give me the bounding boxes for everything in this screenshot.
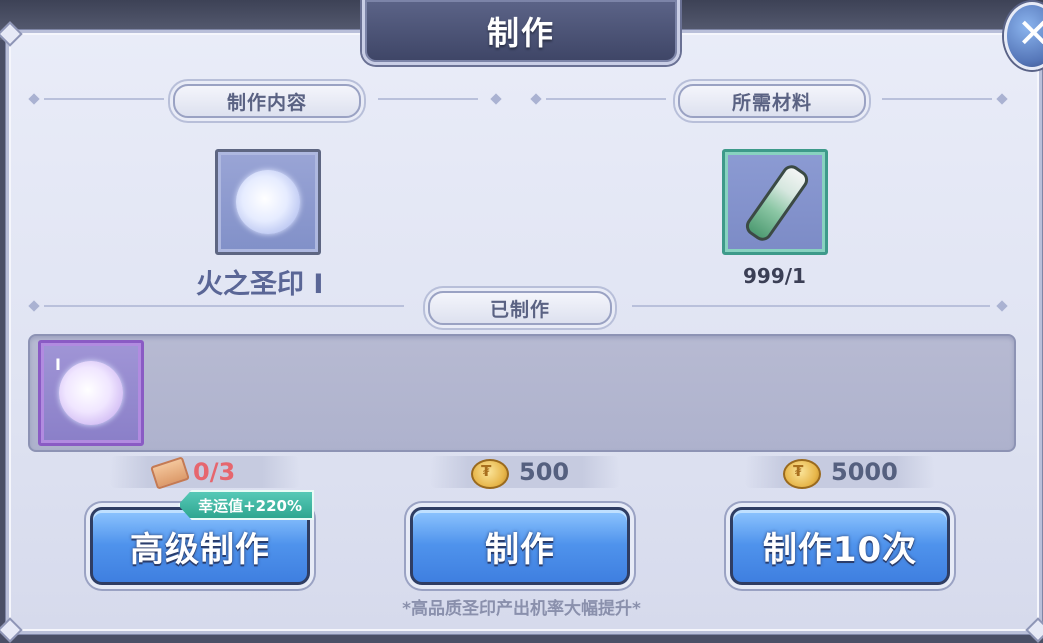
panel-corner-ornament <box>0 617 23 643</box>
tier-label: Ⅰ <box>55 355 61 374</box>
gold-coin-icon: ₮ <box>783 459 821 489</box>
footnote: *高品质圣印产出机率大幅提升* <box>402 599 641 619</box>
title-banner: 制作 <box>362 0 680 65</box>
crafted-items-tray: Ⅰ <box>28 334 1016 452</box>
cost-ten: 5000 <box>831 458 898 486</box>
divider-line <box>882 98 992 100</box>
holy-seal-orb-icon <box>59 361 123 425</box>
cost-single: 500 <box>519 458 570 486</box>
page-title: 制作 <box>486 14 555 52</box>
divider-line <box>546 98 666 100</box>
divider-line <box>44 98 164 100</box>
craft-ten-button[interactable]: 制作10次 <box>730 507 950 585</box>
material-count: 999/1 <box>743 264 806 288</box>
gold-coin-icon: ₮ <box>471 459 509 489</box>
divider-line <box>44 305 404 307</box>
cost-advanced: 0/3 <box>193 458 236 486</box>
craft-button[interactable]: 制作 <box>410 507 630 585</box>
section-header-crafted: 已制作 <box>428 291 612 325</box>
craft-item-slot[interactable] <box>215 149 321 255</box>
close-icon: ✕ <box>1017 11 1043 57</box>
potion-vial-icon <box>742 161 812 245</box>
craft-item-name: 火之圣印 Ⅰ <box>196 269 324 300</box>
section-header-materials: 所需材料 <box>678 84 866 118</box>
crafted-item-slot[interactable]: Ⅰ <box>38 340 144 446</box>
material-slot[interactable] <box>722 149 828 255</box>
divider-line <box>632 305 990 307</box>
section-header-craft-content: 制作内容 <box>173 84 361 118</box>
panel-corner-ornament <box>1025 617 1043 643</box>
luck-bonus-tag: 幸运值+220% <box>178 490 314 520</box>
divider-line <box>378 98 478 100</box>
holy-seal-orb-icon <box>236 170 300 234</box>
